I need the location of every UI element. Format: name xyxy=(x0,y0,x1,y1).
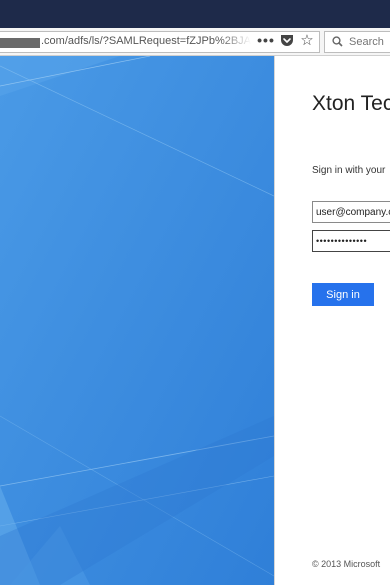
sign-in-panel xyxy=(274,56,390,585)
search-icon xyxy=(332,36,343,50)
hero-illustration xyxy=(0,56,274,585)
sign-in-instruction: Sign in with your xyxy=(312,165,386,176)
copyright-text: © 2013 Microsoft xyxy=(312,559,381,569)
email-field[interactable] xyxy=(312,201,390,223)
search-bar[interactable] xyxy=(324,31,390,53)
browser-toolbar: .com/adfs/ls/?SAMLRequest=fZJPb%2BJA •••… xyxy=(0,28,390,56)
address-bar-url: .com/adfs/ls/?SAMLRequest=fZJPb%2BJA xyxy=(41,35,251,47)
sign-in-button[interactable]: Sign in xyxy=(312,283,374,306)
password-field[interactable] xyxy=(312,230,390,252)
organization-name: Xton Tec xyxy=(312,92,390,115)
search-input[interactable] xyxy=(349,36,390,48)
browser-title-bar xyxy=(0,0,390,28)
more-icon[interactable]: ••• xyxy=(257,32,274,48)
pocket-icon[interactable] xyxy=(279,32,295,48)
redacted-url-segment xyxy=(0,38,40,48)
star-icon[interactable]: ☆ xyxy=(299,32,315,49)
